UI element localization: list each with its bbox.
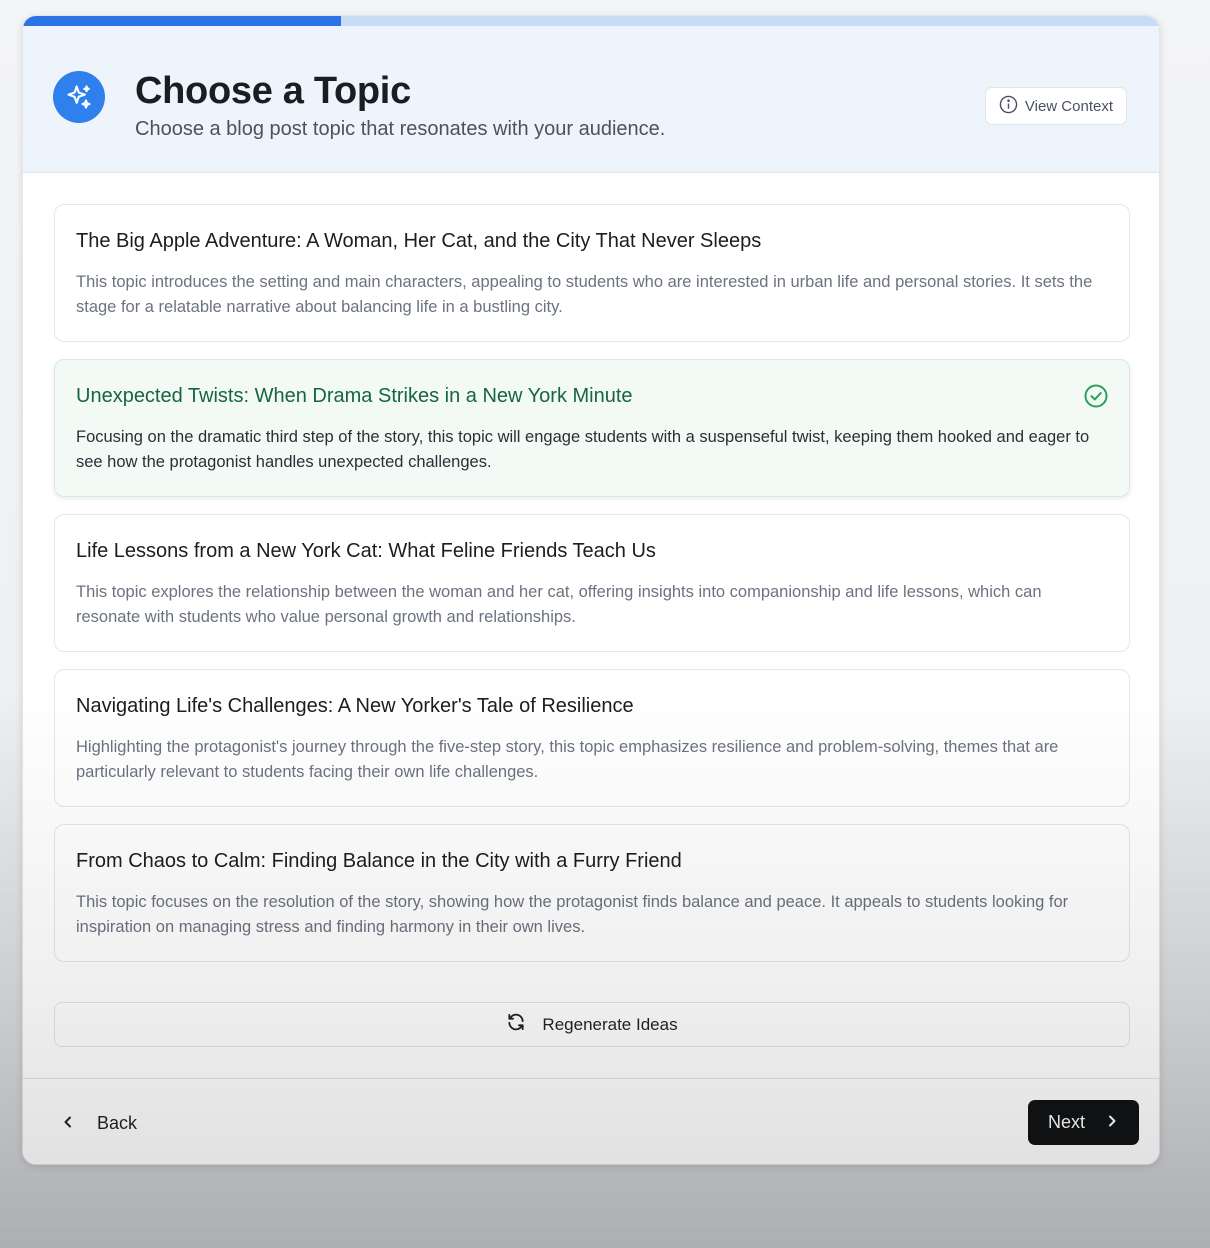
topic-title: From Chaos to Calm: Finding Balance in t…: [76, 850, 682, 872]
page-title: Choose a Topic: [135, 70, 411, 112]
topic-description: Focusing on the dramatic third step of t…: [76, 428, 1090, 471]
topic-option-2[interactable]: Unexpected Twists: When Drama Strikes in…: [54, 359, 1130, 497]
view-context-label: View Context: [1024, 97, 1113, 115]
progress-bar: [23, 16, 1159, 26]
topic-description: This topic introduces the setting and ma…: [76, 273, 1093, 316]
topic-title: Life Lessons from a New York Cat: What F…: [76, 540, 656, 562]
back-button[interactable]: Back: [61, 1109, 137, 1137]
topic-description: Highlighting the protagonist's journey t…: [76, 738, 1059, 781]
topic-option-4[interactable]: Navigating Life's Challenges: A New York…: [54, 669, 1130, 807]
view-context-button[interactable]: View Context: [984, 87, 1127, 125]
chevron-left-icon: [61, 1113, 75, 1134]
chevron-right-icon: [1105, 1112, 1119, 1133]
refresh-icon: [506, 1012, 526, 1037]
topic-title: The Big Apple Adventure: A Woman, Her Ca…: [76, 230, 762, 252]
header: Choose a Topic Choose a blog post topic …: [23, 26, 1159, 173]
topic-list: The Big Apple Adventure: A Woman, Her Ca…: [54, 204, 1130, 979]
topic-wizard-card: Choose a Topic Choose a blog post topic …: [22, 15, 1160, 1165]
topic-option-3[interactable]: Life Lessons from a New York Cat: What F…: [54, 514, 1130, 652]
regenerate-label: Regenerate Ideas: [542, 1014, 678, 1034]
sparkle-icon: [53, 71, 105, 123]
topic-description: This topic focuses on the resolution of …: [76, 893, 1069, 936]
footer: Back Next: [23, 1078, 1159, 1164]
topic-option-5[interactable]: From Chaos to Calm: Finding Balance in t…: [54, 824, 1130, 962]
next-label: Next: [1047, 1112, 1085, 1132]
regenerate-ideas-button[interactable]: Regenerate Ideas: [54, 1002, 1130, 1047]
topic-description: This topic explores the relationship bet…: [76, 583, 1042, 626]
info-icon: [999, 95, 1018, 118]
topic-title: Navigating Life's Challenges: A New York…: [76, 695, 634, 717]
progress-fill: [23, 16, 342, 26]
page-subtitle: Choose a blog post topic that resonates …: [135, 118, 666, 140]
next-button[interactable]: Next: [1028, 1100, 1139, 1145]
topic-option-1[interactable]: The Big Apple Adventure: A Woman, Her Ca…: [54, 204, 1130, 342]
topic-title: Unexpected Twists: When Drama Strikes in…: [76, 385, 633, 407]
back-label: Back: [97, 1112, 138, 1133]
check-circle-icon: [1083, 383, 1109, 409]
